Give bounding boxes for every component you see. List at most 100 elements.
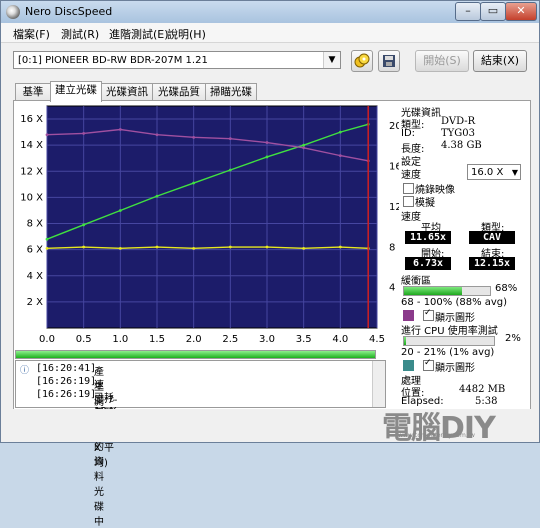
- close-button[interactable]: ✕: [505, 2, 537, 21]
- cpu-show-graph-checkbox[interactable]: [423, 358, 434, 371]
- app-window: Nero DiscSpeed – ▭ ✕ 檔案(F) 測試(R) 進階測試(E)…: [0, 0, 540, 528]
- speed-setting-label: 速度: [401, 170, 421, 181]
- length-value: 4.38 GB: [441, 140, 482, 151]
- side-panel: 光碟資訊 類型: DVD-R ID: TYG03 長度: 4.38 GB 設定 …: [401, 104, 527, 407]
- y-left-tick-label: 12 X: [20, 166, 43, 177]
- watermark-url: www.computerdiy.com.tw: [398, 432, 475, 439]
- series-point-0: [228, 168, 232, 172]
- end-speed-value: 12.15x: [469, 257, 515, 270]
- y-right-tick-label: 8: [389, 242, 395, 253]
- series-point-2: [265, 141, 269, 144]
- cpu-header: 進行 CPU 使用率測試: [401, 326, 498, 337]
- menu-file[interactable]: 檔案(F): [13, 26, 50, 42]
- x-tick-label: 3.5: [296, 334, 312, 345]
- avg-speed-value: 11.65x: [405, 231, 451, 244]
- minimize-button[interactable]: –: [455, 2, 481, 21]
- tab-strip: 基準 建立光碟 光碟資訊 光碟品質 掃瞄光碟: [15, 81, 535, 102]
- position-value: 4482 MB: [459, 384, 506, 395]
- series-point-2: [118, 128, 122, 131]
- series-point-0: [118, 209, 122, 212]
- nero-disc-icon: [6, 5, 20, 19]
- y-left-tick-label: 16 X: [20, 114, 43, 125]
- title-bar: Nero DiscSpeed – ▭ ✕: [1, 1, 539, 23]
- y-right-tick-label: 16: [389, 162, 399, 173]
- chevron-down-icon: ▼: [323, 52, 340, 68]
- cpu-range: 20 - 21% (1% avg): [401, 347, 495, 358]
- series-point-2: [45, 133, 49, 137]
- buffer-color-swatch: [403, 310, 414, 321]
- buffer-range: 68 - 100% (88% avg): [401, 297, 508, 308]
- series-line-1: [46, 246, 369, 250]
- series-point-2: [228, 137, 232, 141]
- series-point-2: [302, 146, 306, 150]
- series-point-1: [155, 245, 159, 249]
- buffer-bar: [403, 286, 491, 296]
- series-point-2: [155, 133, 159, 137]
- buffer-show-graph-checkbox[interactable]: [423, 308, 434, 321]
- y-left-tick-label: 6 X: [27, 245, 44, 256]
- refresh-drive-button[interactable]: [351, 50, 373, 72]
- id-label: ID:: [401, 128, 416, 139]
- type-value: DVD-R: [441, 116, 476, 127]
- x-tick-label: 2.5: [222, 334, 238, 345]
- log-time: [16:20:41]: [36, 363, 97, 374]
- x-tick-label: 4.0: [332, 334, 348, 345]
- buffer-header: 緩衝區: [401, 276, 431, 287]
- buffer-percent: 68%: [495, 283, 518, 294]
- series-point-1: [45, 246, 49, 250]
- tab-create-disc[interactable]: 建立光碟: [50, 81, 102, 102]
- tab-scan-disc[interactable]: 掃瞄光碟: [205, 83, 257, 101]
- end-button[interactable]: 結束(X): [473, 50, 527, 72]
- series-point-0: [192, 181, 196, 185]
- y-left-tick-label: 10 X: [20, 192, 43, 203]
- maximize-button[interactable]: ▭: [480, 2, 506, 21]
- series-point-0: [302, 143, 306, 147]
- menu-advanced-test[interactable]: 進階測試(E): [109, 26, 169, 42]
- save-icon: [383, 55, 395, 67]
- speed-header: 速度: [401, 212, 421, 223]
- tab-disc-quality[interactable]: 光碟品質: [152, 83, 206, 101]
- menu-help[interactable]: 說明(H): [167, 26, 206, 42]
- series-point-1: [192, 246, 196, 250]
- series-point-1: [228, 245, 232, 249]
- series-point-0: [155, 194, 159, 198]
- save-button[interactable]: [378, 50, 400, 72]
- x-tick-label: 1.0: [112, 334, 128, 345]
- x-tick-label: 4.5: [369, 334, 385, 345]
- tab-disc-info[interactable]: 光碟資訊: [101, 83, 153, 101]
- write-progress-bar: [15, 350, 376, 359]
- menu-test[interactable]: 測試(R): [61, 26, 99, 42]
- x-tick-label: 3.0: [259, 334, 275, 345]
- series-point-2: [82, 132, 86, 135]
- drive-select-value: [0:1] PIONEER BD-RW BDR-207M 1.21: [18, 55, 208, 66]
- drive-select[interactable]: [0:1] PIONEER BD-RW BDR-207M 1.21 ▼: [13, 51, 341, 69]
- simulate-checkbox[interactable]: [403, 196, 414, 207]
- series-point-0: [338, 130, 342, 134]
- series-point-1: [82, 245, 86, 249]
- window-title: Nero DiscSpeed: [25, 5, 113, 18]
- log-list: ⓘ [16:20:41] 產生測試用的資料光碟中 [16:26:19] 速度:7…: [15, 360, 386, 528]
- y-right-tick-label: 20: [389, 121, 399, 132]
- y-right-tick-label: 4: [389, 283, 395, 294]
- x-tick-label: 0.5: [76, 334, 92, 345]
- speed-chart-svg: 2 X 4 X 6 X 8 X 10 X 12 X 14 X 16 X 4 8 12 16 20 0.0 0…: [20, 105, 402, 345]
- cpu-show-graph-label: 顯示圖形: [435, 363, 475, 374]
- chevron-down-icon: ▼: [511, 168, 518, 177]
- log-time: [16:26:19]: [36, 389, 97, 400]
- record-image-checkbox[interactable]: [403, 183, 414, 194]
- series-point-0: [82, 223, 86, 227]
- simulate-label: 模擬: [415, 198, 435, 209]
- speed-chart: 2 X 4 X 6 X 8 X 10 X 12 X 14 X 16 X 4 8 12 16 20 0.0 0…: [14, 101, 402, 346]
- tab-benchmark[interactable]: 基準: [15, 83, 51, 101]
- cpu-bar-fill: [404, 337, 406, 345]
- menu-bar: 檔案(F) 測試(R) 進階測試(E) 說明(H): [1, 23, 539, 43]
- cpu-color-swatch: [403, 360, 414, 371]
- x-tick-label: 2.0: [186, 334, 202, 345]
- speed-select[interactable]: 16.0 X ▼: [467, 164, 521, 180]
- start-button[interactable]: 開始(S): [415, 50, 469, 72]
- log-scrollbar[interactable]: [372, 361, 385, 407]
- y-left-tick-label: 8 X: [27, 219, 44, 230]
- cpu-bar: [403, 336, 495, 346]
- series-point-2: [338, 154, 342, 158]
- series-point-0: [265, 155, 269, 159]
